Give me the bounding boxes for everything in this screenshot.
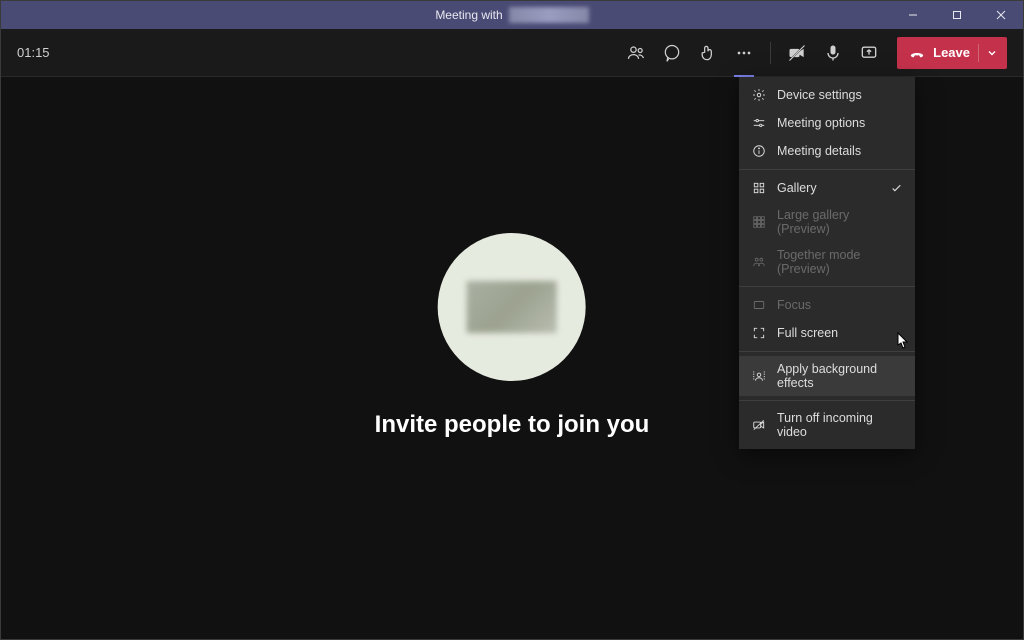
menu-label: Turn off incoming video <box>777 411 903 439</box>
menu-apply-background-effects[interactable]: Apply background effects <box>739 356 915 396</box>
call-timer: 01:15 <box>17 45 50 60</box>
menu-label: Device settings <box>777 88 862 102</box>
empty-state: Invite people to join you <box>375 233 650 439</box>
menu-label: Meeting options <box>777 116 865 130</box>
minimize-button[interactable] <box>891 1 935 29</box>
avatar <box>438 233 586 381</box>
menu-label: Meeting details <box>777 144 861 158</box>
avatar-redacted <box>467 281 557 333</box>
fullscreen-icon <box>751 325 767 341</box>
menu-label: Gallery <box>777 181 817 195</box>
menu-separator <box>739 351 915 352</box>
menu-meeting-details[interactable]: Meeting details <box>739 137 915 165</box>
share-button[interactable] <box>851 35 887 71</box>
chat-button[interactable] <box>654 35 690 71</box>
video-off-icon <box>751 417 767 433</box>
sliders-icon <box>751 115 767 131</box>
toolbar-separator <box>770 42 771 64</box>
grid-icon <box>751 180 767 196</box>
menu-focus: Focus <box>739 291 915 319</box>
menu-together-mode: Together mode (Preview) <box>739 242 915 282</box>
titlebar: Meeting with <box>1 1 1023 29</box>
menu-meeting-options[interactable]: Meeting options <box>739 109 915 137</box>
large-grid-icon <box>751 214 767 230</box>
microphone-button[interactable] <box>815 35 851 71</box>
more-actions-button[interactable] <box>726 35 762 71</box>
participants-button[interactable] <box>618 35 654 71</box>
together-icon <box>751 254 767 270</box>
info-icon <box>751 143 767 159</box>
title-prefix: Meeting with <box>435 8 502 22</box>
maximize-button[interactable] <box>935 1 979 29</box>
menu-label: Together mode (Preview) <box>777 248 903 276</box>
reactions-button[interactable] <box>690 35 726 71</box>
gear-icon <box>751 87 767 103</box>
leave-chevron[interactable] <box>978 44 997 62</box>
menu-gallery[interactable]: Gallery <box>739 174 915 202</box>
invite-heading: Invite people to join you <box>375 411 650 439</box>
focus-icon <box>751 297 767 313</box>
window-title: Meeting with <box>435 7 588 23</box>
menu-label: Focus <box>777 298 811 312</box>
menu-large-gallery: Large gallery (Preview) <box>739 202 915 242</box>
menu-separator <box>739 400 915 401</box>
window-controls <box>891 1 1023 29</box>
leave-button[interactable]: Leave <box>897 37 1007 69</box>
menu-label: Apply background effects <box>777 362 903 390</box>
toolbar-right: Leave <box>618 35 1007 71</box>
background-effects-icon <box>751 368 767 384</box>
menu-device-settings[interactable]: Device settings <box>739 81 915 109</box>
menu-separator <box>739 169 915 170</box>
menu-separator <box>739 286 915 287</box>
close-button[interactable] <box>979 1 1023 29</box>
menu-full-screen[interactable]: Full screen <box>739 319 915 347</box>
camera-button[interactable] <box>779 35 815 71</box>
more-actions-menu: Device settings Meeting options Meeting … <box>739 77 915 449</box>
check-icon <box>890 182 903 195</box>
hangup-icon <box>909 45 925 61</box>
leave-label: Leave <box>933 45 970 60</box>
meeting-toolbar: 01:15 <box>1 29 1023 77</box>
menu-label: Large gallery (Preview) <box>777 208 903 236</box>
menu-label: Full screen <box>777 326 838 340</box>
menu-turn-off-incoming-video[interactable]: Turn off incoming video <box>739 405 915 445</box>
title-redacted <box>509 7 589 23</box>
